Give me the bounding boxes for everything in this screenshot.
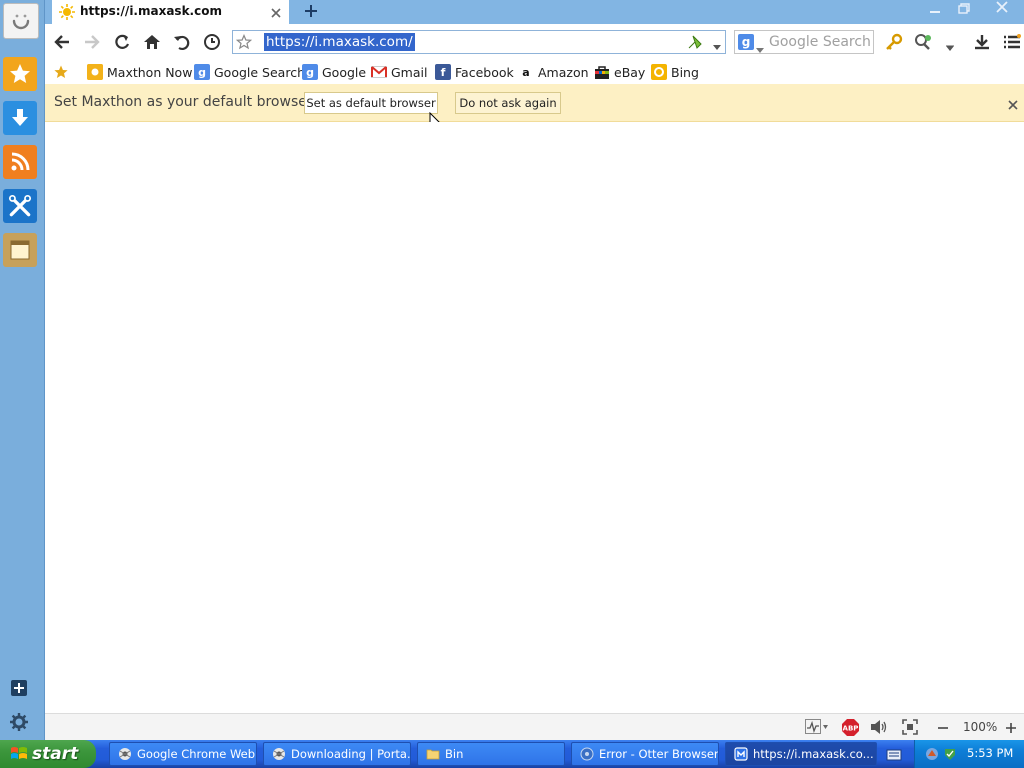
address-dropdown-icon[interactable] <box>711 37 723 50</box>
restore-window-icon[interactable] <box>954 1 972 15</box>
bookmark-label: Gmail <box>391 64 428 80</box>
tray-network-icon[interactable] <box>925 746 939 760</box>
bing-icon <box>651 64 667 80</box>
windows-logo-icon <box>10 745 28 763</box>
bookmark-amazon[interactable]: a Amazon <box>518 63 589 81</box>
bookmark-label: Google <box>322 64 367 80</box>
maxthon-now-icon <box>87 64 103 80</box>
bookmark-label: Bing <box>671 64 699 80</box>
bookmark-label: Facebook <box>455 64 514 80</box>
keyboard-language-icon[interactable] <box>886 747 902 761</box>
folder-icon <box>426 747 440 761</box>
ebay-icon <box>594 64 610 80</box>
tab-title: https://i.maxask.com <box>80 4 222 18</box>
tray-security-icon[interactable] <box>943 746 957 760</box>
back-arrow-icon[interactable] <box>52 32 72 52</box>
settings-gear-icon[interactable] <box>9 712 29 732</box>
favorites-star-icon[interactable] <box>53 64 69 80</box>
bookmark-bing[interactable]: Bing <box>651 63 699 81</box>
google-search-icon: g <box>194 64 210 80</box>
taskbar-item-maxask[interactable]: https://i.maxask.co... <box>725 742 877 766</box>
sun-favicon-icon <box>59 4 75 20</box>
close-window-icon[interactable] <box>980 0 1024 16</box>
bookmark-maxthon-now[interactable]: Maxthon Now <box>87 63 192 81</box>
rss-feed-icon[interactable] <box>3 145 37 179</box>
minimize-window-icon[interactable] <box>926 2 944 16</box>
close-tab-icon[interactable] <box>269 5 283 19</box>
taskbar-item-bin[interactable]: Bin <box>417 742 565 766</box>
new-tab-icon[interactable] <box>303 3 319 19</box>
page-content[interactable] <box>45 122 1024 713</box>
taskbar-item-label: https://i.maxask.co... <box>753 747 874 761</box>
home-icon[interactable] <box>142 32 162 52</box>
fast-mode-icon[interactable] <box>687 34 703 50</box>
google-icon: g <box>302 64 318 80</box>
close-infobar-icon[interactable] <box>1007 96 1019 110</box>
set-as-default-button[interactable]: Set as default browser <box>304 92 438 114</box>
main-menu-icon[interactable] <box>1002 32 1022 52</box>
bookmark-label: eBay <box>614 64 646 80</box>
taskbar-item-downloading[interactable]: Downloading | Porta... <box>263 742 411 766</box>
bookmark-star-icon[interactable] <box>235 33 253 50</box>
bookmark-label: Maxthon Now <box>107 64 193 80</box>
refresh-icon[interactable] <box>112 32 132 52</box>
gmail-icon <box>371 64 387 80</box>
google-search-engine-icon[interactable]: g <box>738 34 754 50</box>
taskbar-item-chrome-web[interactable]: Google Chrome Web... <box>109 742 257 766</box>
svg-text:ABP: ABP <box>843 725 859 733</box>
do-not-ask-again-button[interactable]: Do not ask again <box>455 92 561 114</box>
undo-close-tab-icon[interactable] <box>172 32 192 52</box>
facebook-icon: f <box>435 64 451 80</box>
downloads-icon[interactable] <box>972 32 992 52</box>
address-url-text[interactable]: https://i.maxask.com/ <box>264 33 415 51</box>
start-button[interactable]: start <box>0 740 96 768</box>
taskbar-item-otter-browser[interactable]: Error - Otter Browser <box>571 742 719 766</box>
search-placeholder: Google Search <box>769 34 871 50</box>
maxthon-app-icon <box>734 747 748 761</box>
search-engine-dropdown-icon[interactable] <box>756 39 764 53</box>
fullscreen-icon[interactable] <box>902 719 918 735</box>
bookmark-google[interactable]: g Google <box>302 63 366 81</box>
amazon-icon: a <box>522 65 530 79</box>
taskbar-item-label: Bin <box>445 747 464 761</box>
zoom-level[interactable]: 100% <box>963 720 997 734</box>
resource-sniffer-icon[interactable] <box>913 32 933 52</box>
browser-app-icon <box>272 747 286 761</box>
zoom-out-icon[interactable] <box>936 720 950 734</box>
taskbar-item-label: Google Chrome Web... <box>137 747 257 761</box>
bookmark-label: Amazon <box>538 64 589 80</box>
user-avatar-icon[interactable] <box>3 3 39 39</box>
taskbar-item-label: Downloading | Porta... <box>291 747 411 761</box>
zoom-in-icon[interactable] <box>1004 720 1018 734</box>
sniffer-dropdown-icon[interactable] <box>945 38 955 51</box>
favorites-star-icon[interactable] <box>3 57 37 91</box>
bookmark-facebook[interactable]: f Facebook <box>435 63 514 81</box>
taskbar-item-label: Error - Otter Browser <box>599 747 719 761</box>
adblock-plus-icon[interactable]: ABP <box>841 718 860 737</box>
network-monitor-icon[interactable] <box>805 719 829 735</box>
bookmark-google-search[interactable]: g Google Search <box>194 63 305 81</box>
history-clock-icon[interactable] <box>202 32 222 52</box>
forward-arrow-icon[interactable] <box>82 32 102 52</box>
password-key-icon[interactable] <box>884 32 904 52</box>
bookmark-gmail[interactable]: Gmail <box>371 63 427 81</box>
taskbar-clock[interactable]: 5:53 PM <box>967 746 1013 760</box>
browser-app-icon <box>118 747 132 761</box>
tools-icon[interactable] <box>3 189 37 223</box>
bookmark-label: Google Search <box>214 64 305 80</box>
notes-icon[interactable] <box>3 233 37 267</box>
volume-speaker-icon[interactable] <box>870 719 888 735</box>
infobar-message: Set Maxthon as your default browser? <box>54 94 321 110</box>
otter-browser-icon <box>580 747 594 761</box>
add-sidebar-icon[interactable] <box>11 680 27 696</box>
download-arrow-icon[interactable] <box>3 101 37 135</box>
start-label: start <box>32 744 79 764</box>
bookmark-ebay[interactable]: eBay <box>594 63 645 81</box>
